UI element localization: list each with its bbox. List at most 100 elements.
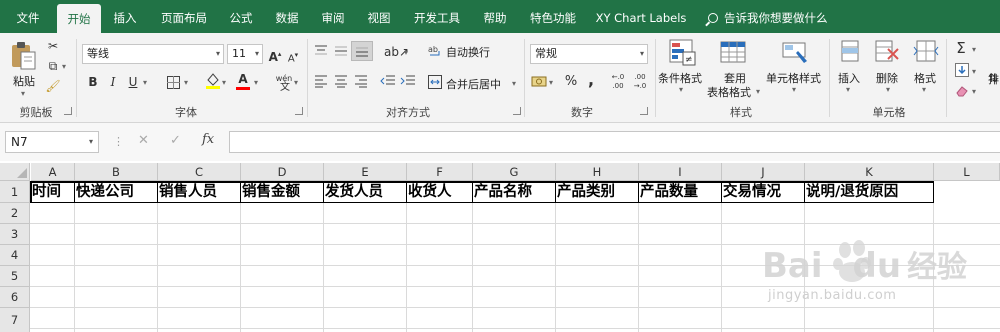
select-all-button[interactable] — [0, 163, 30, 181]
clear-dropdown-icon[interactable]: ▾ — [972, 87, 976, 96]
column-header-C[interactable]: C — [158, 163, 241, 181]
align-middle-icon[interactable] — [334, 44, 348, 58]
align-bottom-button[interactable] — [351, 41, 373, 61]
insert-function-button[interactable]: fx — [202, 132, 214, 147]
fill-dropdown-icon[interactable]: ▾ — [972, 67, 976, 76]
column-header-J[interactable]: J — [722, 163, 805, 181]
header-cell-K1[interactable]: 说明/退货原因 — [805, 181, 934, 203]
font-size-select[interactable]: 11 ▾ — [227, 44, 263, 64]
tab-data[interactable]: 数据 — [268, 0, 306, 33]
phonetic-dropdown-icon[interactable]: ▾ — [294, 78, 298, 87]
sort-filter-label[interactable]: 排 — [988, 71, 999, 87]
fill-color-dropdown-icon[interactable]: ▾ — [222, 78, 226, 87]
autosum-dropdown-icon[interactable]: ▾ — [972, 45, 976, 54]
format-cells-button[interactable]: 格式 ▾ — [912, 39, 942, 99]
column-header-F[interactable]: F — [407, 163, 473, 181]
insert-cells-button[interactable]: 插入 ▾ — [836, 39, 866, 99]
font-launcher-icon[interactable] — [295, 107, 303, 115]
alignment-launcher-icon[interactable] — [513, 107, 521, 115]
header-cell-I1[interactable]: 产品数量 — [639, 181, 722, 203]
tab-view[interactable]: 视图 — [360, 0, 398, 33]
column-header-I[interactable]: I — [639, 163, 722, 181]
tab-file[interactable]: 文件 — [8, 0, 48, 33]
header-cell-J1[interactable]: 交易情况 — [722, 181, 805, 203]
format-painter-icon[interactable]: 🖌 — [44, 77, 62, 95]
row-header-4[interactable]: 4 — [0, 245, 30, 266]
align-top-icon[interactable] — [314, 44, 328, 58]
header-cell-A1[interactable]: 时间 — [31, 181, 75, 203]
header-cell-H1[interactable]: 产品类别 — [556, 181, 639, 203]
font-name-select[interactable]: 等线 ▾ — [82, 44, 224, 64]
copy-dropdown-icon[interactable]: ▾ — [62, 62, 66, 71]
percent-button[interactable]: % — [562, 73, 580, 91]
tab-insert[interactable]: 插入 — [106, 0, 144, 33]
currency-dropdown-icon[interactable]: ▾ — [549, 78, 553, 87]
grow-font-button[interactable]: A▴ — [266, 45, 284, 64]
tab-home[interactable]: 开始 — [57, 4, 101, 33]
column-header-A[interactable]: A — [31, 163, 75, 181]
header-cell-C1[interactable]: 销售人员 — [158, 181, 241, 203]
autosum-icon[interactable]: Σ — [952, 39, 970, 57]
paste-dropdown-icon[interactable]: ▾ — [21, 89, 25, 98]
tab-developer[interactable]: 开发工具 — [406, 0, 468, 33]
orientation-dropdown-icon[interactable]: ▾ — [404, 48, 408, 57]
column-header-H[interactable]: H — [556, 163, 639, 181]
row-header-1[interactable]: 1 — [0, 181, 30, 203]
font-color-dropdown-icon[interactable]: ▾ — [254, 78, 258, 87]
copy-icon[interactable]: ⧉ — [44, 57, 62, 75]
header-cell-G1[interactable]: 产品名称 — [473, 181, 556, 203]
tab-page-layout[interactable]: 页面布局 — [153, 0, 215, 33]
row-header-6[interactable]: 6 — [0, 287, 30, 308]
decrease-decimal-icon[interactable]: .00 →.0 — [630, 73, 650, 91]
tab-help[interactable]: 帮助 — [476, 0, 514, 33]
merge-dropdown-icon[interactable]: ▾ — [512, 79, 516, 88]
tab-review[interactable]: 审阅 — [314, 0, 352, 33]
column-header-B[interactable]: B — [75, 163, 158, 181]
format-as-table-button[interactable]: 套用 表格格式 ▾ — [707, 39, 760, 99]
column-header-G[interactable]: G — [473, 163, 556, 181]
bold-button[interactable]: B — [84, 73, 102, 91]
header-cell-D1[interactable]: 销售金额 — [241, 181, 324, 203]
decrease-indent-icon[interactable] — [380, 74, 396, 88]
borders-dropdown-icon[interactable]: ▾ — [184, 78, 188, 87]
cut-icon[interactable]: ✂ — [44, 37, 62, 55]
tab-formulas[interactable]: 公式 — [222, 0, 260, 33]
shrink-font-button[interactable]: A▾ — [284, 46, 302, 64]
cancel-icon[interactable]: ✕ — [138, 133, 149, 148]
header-cell-E1[interactable]: 发货人员 — [324, 181, 407, 203]
column-header-E[interactable]: E — [324, 163, 407, 181]
underline-dropdown-icon[interactable]: ▾ — [143, 78, 147, 87]
paste-button[interactable] — [10, 41, 36, 74]
underline-button[interactable]: U — [124, 73, 142, 91]
column-header-D[interactable]: D — [241, 163, 324, 181]
header-cell-B1[interactable]: 快递公司 — [75, 181, 158, 203]
italic-button[interactable]: I — [104, 73, 122, 91]
number-format-select[interactable]: 常规 ▾ — [530, 44, 648, 64]
currency-icon[interactable] — [530, 73, 548, 91]
row-header-3[interactable]: 3 — [0, 224, 30, 245]
comma-button[interactable]: , — [582, 71, 600, 89]
align-right-icon[interactable] — [354, 74, 368, 88]
delete-cells-button[interactable]: 删除 ▾ — [872, 39, 906, 99]
name-box[interactable]: N7 ▾ — [5, 131, 99, 153]
font-color-button[interactable]: A — [234, 70, 252, 90]
align-center-icon[interactable] — [334, 74, 348, 88]
conditional-formatting-button[interactable]: ≠ 条件格式 ▾ — [658, 39, 704, 99]
formula-input[interactable] — [229, 131, 1000, 153]
orientation-icon[interactable]: ab↗ — [384, 43, 409, 61]
header-cell-F1[interactable]: 收货人 — [407, 181, 473, 203]
column-header-L[interactable]: L — [934, 163, 1000, 181]
cell-styles-button[interactable]: 单元格样式 ▾ — [766, 39, 824, 99]
fill-icon[interactable] — [953, 61, 971, 79]
align-left-icon[interactable] — [314, 74, 328, 88]
row-header-2[interactable]: 2 — [0, 203, 30, 224]
increase-decimal-icon[interactable]: ←.0.00 — [608, 73, 628, 91]
fill-color-icon[interactable] — [204, 71, 222, 89]
tab-xy-chart-labels[interactable]: XY Chart Labels — [592, 0, 690, 33]
row-header-5[interactable]: 5 — [0, 266, 30, 287]
increase-indent-icon[interactable] — [400, 74, 416, 88]
column-header-K[interactable]: K — [805, 163, 934, 181]
clear-icon[interactable] — [953, 82, 971, 100]
tab-special-features[interactable]: 特色功能 — [522, 0, 584, 33]
tell-me-search[interactable]: 告诉我你想要做什么 — [708, 0, 828, 33]
